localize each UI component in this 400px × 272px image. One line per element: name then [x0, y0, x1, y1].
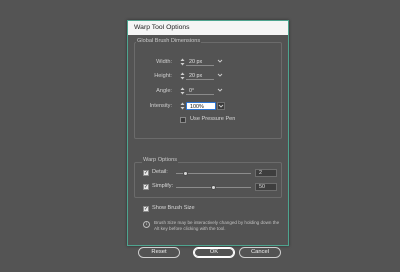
- intensity-spinner-icon[interactable]: [180, 102, 185, 110]
- dialog-title: Warp Tool Options: [128, 21, 288, 35]
- reset-button[interactable]: Reset: [138, 247, 180, 258]
- ok-button[interactable]: OK: [193, 247, 235, 258]
- info-text: Brush Size may be interactively changed …: [154, 220, 280, 231]
- brush-dimensions-label: Global Brush Dimensions: [136, 38, 202, 44]
- width-chevron-down-icon[interactable]: [216, 58, 224, 66]
- show-brush-size-label: Show Brush Size: [152, 205, 195, 211]
- angle-field[interactable]: 0°: [186, 87, 214, 95]
- height-label: Height:: [154, 73, 172, 79]
- height-field[interactable]: 20 px: [186, 72, 214, 80]
- detail-slider-thumb[interactable]: [182, 171, 188, 176]
- intensity-input[interactable]: 100%: [186, 102, 216, 110]
- pressure-pen-label: Use Pressure Pen: [190, 116, 236, 122]
- pressure-pen-checkbox[interactable]: [180, 117, 186, 123]
- detail-checkbox[interactable]: ✓: [143, 170, 149, 176]
- warp-tool-options-dialog: Warp Tool Options Global Brush Dimension…: [127, 20, 289, 258]
- simplify-slider-thumb[interactable]: [211, 185, 216, 190]
- dialog-content: Global Brush Dimensions Width: 20 px Hei…: [128, 35, 288, 258]
- width-label: Width:: [156, 59, 172, 65]
- intensity-label: Intensity:: [149, 103, 172, 109]
- width-spinner-icon[interactable]: [180, 58, 185, 66]
- detail-label: Detail:: [152, 169, 168, 175]
- angle-spinner-icon[interactable]: [180, 87, 185, 95]
- info-icon: i: [143, 221, 150, 228]
- angle-chevron-down-icon[interactable]: [216, 87, 224, 95]
- simplify-value-field[interactable]: 50: [255, 183, 277, 191]
- angle-label: Angle:: [156, 88, 172, 94]
- width-field[interactable]: 20 px: [186, 58, 214, 66]
- height-spinner-icon[interactable]: [180, 72, 185, 80]
- show-brush-size-checkbox[interactable]: ✓: [143, 206, 149, 212]
- cancel-button[interactable]: Cancel: [239, 247, 281, 258]
- simplify-label: Simplify:: [152, 183, 174, 189]
- warp-options-group: [134, 162, 282, 198]
- simplify-checkbox[interactable]: ✓: [143, 184, 149, 190]
- intensity-chevron-down-icon[interactable]: [217, 102, 225, 110]
- height-chevron-down-icon[interactable]: [216, 72, 224, 80]
- detail-value-field[interactable]: 2: [255, 169, 277, 177]
- warp-options-label: Warp Options: [142, 157, 178, 163]
